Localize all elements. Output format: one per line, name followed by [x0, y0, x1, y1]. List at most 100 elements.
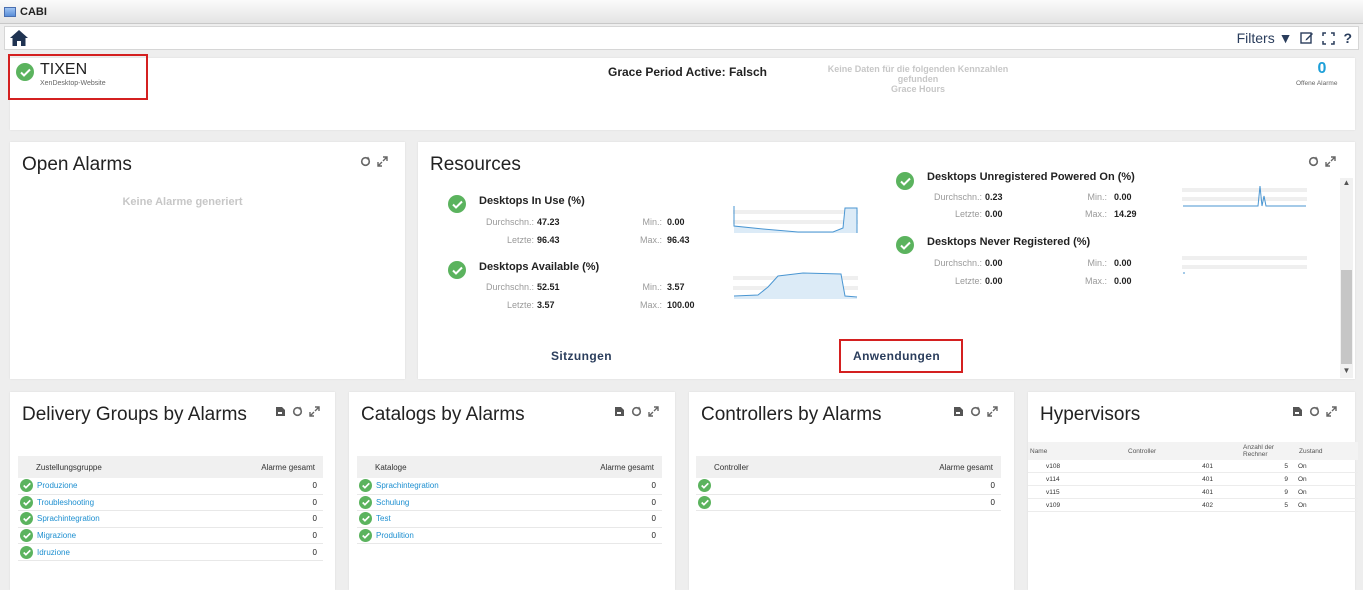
table-row[interactable]: Sprachintegration 0 — [357, 478, 662, 495]
catalogs-title: Catalogs by Alarms — [361, 404, 525, 425]
export-icon[interactable] — [275, 404, 286, 422]
filters-button[interactable]: Filters ▼ — [1237, 30, 1293, 46]
app-window-icon — [4, 6, 16, 17]
hypervisor-name[interactable]: v115 — [1028, 489, 1128, 496]
metric-title: Desktops In Use (%) — [479, 195, 585, 207]
row-name-link[interactable]: Test — [376, 514, 616, 523]
avg-label: Durchschn.: — [485, 217, 534, 227]
scroll-down-arrow[interactable]: ▼ — [1340, 366, 1353, 378]
controllers-title: Controllers by Alarms — [701, 404, 882, 425]
ok-icon — [20, 495, 33, 509]
hypervisor-name[interactable]: v109 — [1028, 502, 1128, 509]
row-name-link[interactable]: Produzione — [37, 481, 277, 490]
edit-icon[interactable] — [1300, 31, 1314, 45]
last-label: Letzte: — [954, 209, 982, 219]
table-row[interactable]: v115 401 9 On — [1028, 486, 1358, 499]
refresh-icon[interactable] — [292, 404, 303, 422]
row-count: 0 — [651, 497, 656, 507]
min-label: Min.: — [642, 217, 662, 227]
ok-icon — [359, 479, 372, 493]
row-name-link[interactable]: Troubleshooting — [37, 498, 277, 507]
ok-icon — [359, 512, 372, 526]
refresh-icon[interactable] — [970, 404, 981, 422]
table-row[interactable]: Troubleshooting 0 — [18, 495, 323, 512]
refresh-icon[interactable] — [360, 154, 371, 172]
row-name-link[interactable]: Idruzione — [37, 548, 277, 557]
open-alarms-count-label: Offene Alarme — [1296, 80, 1338, 87]
table-row[interactable]: Migrazione 0 — [18, 528, 323, 545]
metric-ok-icon — [896, 236, 914, 254]
row-name-link[interactable]: Sprachintegration — [37, 514, 277, 523]
delivery-groups-panel: Delivery Groups by Alarms Zustellungsgru… — [10, 392, 335, 590]
expand-icon[interactable] — [648, 404, 659, 422]
avg-value: 52.51 — [537, 282, 560, 292]
table-row[interactable]: Test 0 — [357, 511, 662, 528]
export-icon[interactable] — [614, 404, 625, 422]
sessions-link[interactable]: Sitzungen — [551, 349, 612, 363]
expand-icon[interactable] — [377, 154, 388, 172]
row-name-link[interactable]: Migrazione — [37, 531, 277, 540]
metric-ok-icon — [896, 172, 914, 190]
row-count: 0 — [312, 481, 317, 491]
row-name-link[interactable]: Sprachintegration — [376, 481, 616, 490]
last-label: Letzte: — [506, 235, 534, 245]
ok-icon — [359, 529, 372, 543]
ok-icon — [698, 495, 711, 509]
table-row[interactable]: 0 — [696, 495, 1001, 512]
col-total-header: Alarme gesamt — [261, 462, 315, 472]
max-label: Max.: — [1084, 209, 1107, 219]
refresh-icon[interactable] — [1309, 404, 1320, 422]
resources-scrollbar[interactable]: ▲ ▼ — [1340, 178, 1353, 378]
help-button[interactable]: ? — [1343, 30, 1352, 46]
fullscreen-icon[interactable] — [1322, 31, 1336, 45]
last-value: 3.57 — [537, 300, 555, 310]
hypervisors-tools — [1292, 404, 1337, 422]
export-icon[interactable] — [1292, 404, 1303, 422]
row-name-link[interactable]: Schulung — [376, 498, 616, 507]
min-label: Min.: — [1087, 258, 1107, 268]
max-value: 96.43 — [667, 235, 690, 245]
metric-ok-icon — [448, 261, 466, 279]
controllers-panel: Controllers by Alarms Controller Alarme g… — [689, 392, 1014, 590]
avg-value: 47.23 — [537, 217, 560, 227]
table-row[interactable]: v109 402 5 On — [1028, 499, 1358, 512]
min-label: Min.: — [642, 282, 662, 292]
export-icon[interactable] — [953, 404, 964, 422]
refresh-icon[interactable] — [631, 404, 642, 422]
open-alarms-panel: Open Alarms Keine Alarme generiert — [10, 142, 405, 379]
table-row[interactable]: Idruzione 0 — [18, 544, 323, 561]
hypervisor-name[interactable]: v108 — [1028, 463, 1128, 470]
scroll-up-arrow[interactable]: ▲ — [1340, 178, 1353, 190]
expand-icon[interactable] — [1325, 154, 1336, 172]
scrollbar-thumb[interactable] — [1341, 270, 1352, 364]
metric-title: Desktops Never Registered (%) — [927, 236, 1091, 248]
last-value: 96.43 — [537, 235, 560, 245]
table-row[interactable]: Produlition 0 — [357, 528, 662, 545]
delivery-groups-tools — [275, 404, 320, 422]
open-alarms-count[interactable]: 0 — [1310, 60, 1334, 78]
table-header: Name Controller Anzahl der Rechner Zusta… — [1028, 442, 1358, 460]
last-label: Letzte: — [506, 300, 534, 310]
col-machines-header: Anzahl der Rechner — [1243, 444, 1275, 458]
catalogs-panel: Catalogs by Alarms Kataloge Alarme gesamt… — [349, 392, 675, 590]
row-name-link[interactable]: Produlition — [376, 531, 616, 540]
refresh-icon[interactable] — [1308, 154, 1319, 172]
table-row[interactable]: v108 401 5 On — [1028, 460, 1358, 473]
expand-icon[interactable] — [1326, 404, 1337, 422]
row-count: 0 — [651, 514, 656, 524]
ok-icon — [20, 479, 33, 493]
metric-title: Desktops Available (%) — [479, 261, 600, 273]
hypervisor-controller: 401 — [1202, 488, 1213, 496]
window-title-bar: CABI — [0, 0, 1363, 24]
home-icon[interactable] — [9, 29, 29, 47]
table-row[interactable]: Schulung 0 — [357, 495, 662, 512]
hypervisor-name[interactable]: v114 — [1028, 476, 1128, 483]
table-row[interactable]: Produzione 0 — [18, 478, 323, 495]
table-row[interactable]: v114 401 9 On — [1028, 473, 1358, 486]
hypervisor-machines: 5 — [1284, 462, 1288, 470]
no-data-note: Keine Daten für die folgenden Kennzahlen… — [818, 64, 1018, 94]
expand-icon[interactable] — [309, 404, 320, 422]
table-row[interactable]: 0 — [696, 478, 1001, 495]
expand-icon[interactable] — [987, 404, 998, 422]
table-row[interactable]: Sprachintegration 0 — [18, 511, 323, 528]
